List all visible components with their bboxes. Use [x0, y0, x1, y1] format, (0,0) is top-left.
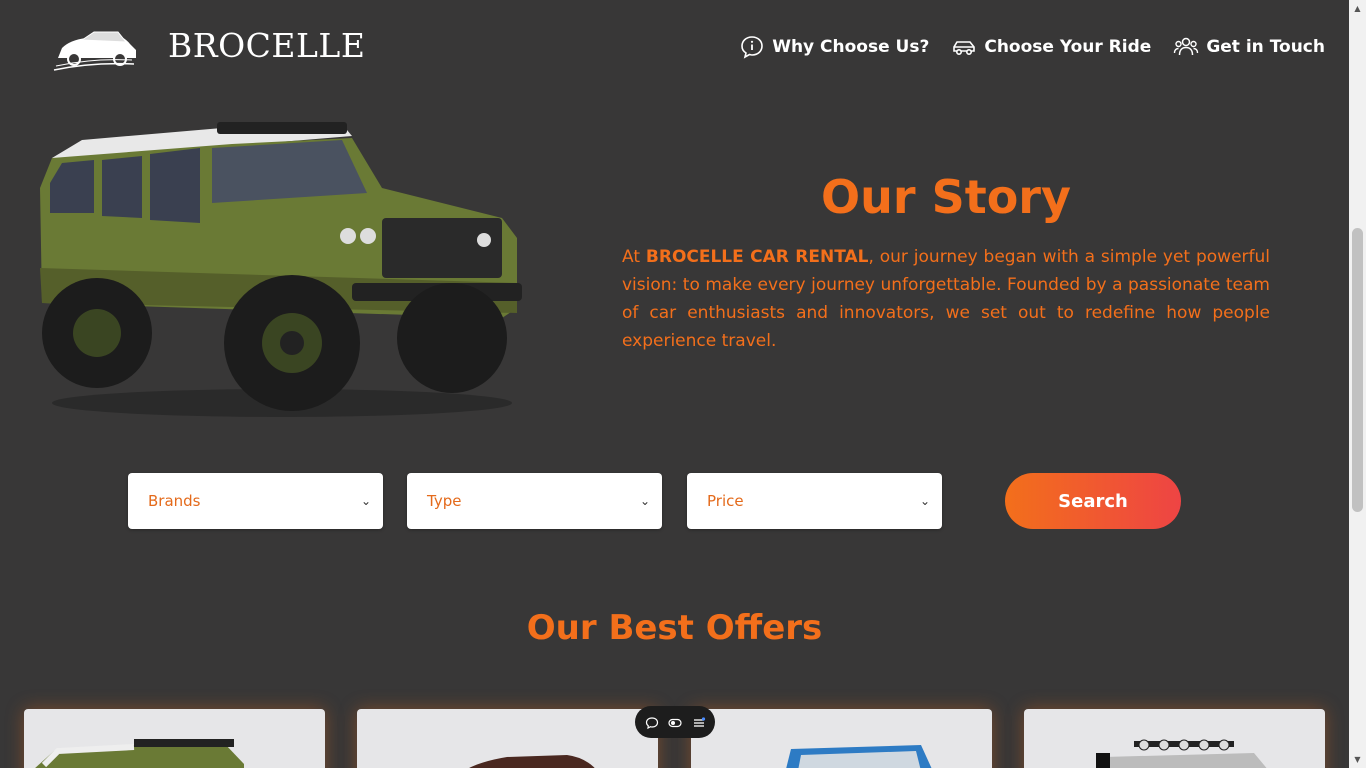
info-chat-icon: [741, 36, 763, 59]
offers-title: Our Best Offers: [526, 608, 823, 648]
nav-choose-your-ride-label: Choose Your Ride: [984, 37, 1152, 57]
type-select[interactable]: Type ⌄: [407, 473, 662, 529]
site-header: BROCELLE Why Choose Us? Choose Your Ride: [0, 0, 1349, 96]
offer-car-image: [1096, 739, 1267, 768]
price-select[interactable]: Price ⌄: [687, 473, 942, 529]
search-button[interactable]: Search: [1005, 473, 1181, 529]
story-text: At BROCELLE CAR RENTAL, our journey bega…: [622, 243, 1270, 355]
nav-get-in-touch[interactable]: Get in Touch: [1173, 34, 1325, 60]
offer-car-image: [469, 755, 595, 768]
brand-name[interactable]: BROCELLE: [168, 26, 365, 65]
main-nav: Why Choose Us? Choose Your Ride Get in T…: [739, 34, 1325, 60]
menu-lines-icon[interactable]: [692, 715, 706, 729]
chevron-down-icon: ⌄: [639, 494, 650, 508]
story-title: Our Story: [821, 170, 1071, 224]
chevron-down-icon: ⌄: [360, 494, 371, 508]
scroll-down-arrow-icon[interactable]: ▼: [1349, 751, 1366, 768]
story-text-prefix: At: [622, 247, 646, 267]
nav-why-choose-us-label: Why Choose Us?: [772, 37, 930, 57]
brands-select-value: Brands: [148, 492, 201, 510]
chevron-down-icon: ⌄: [919, 494, 930, 508]
nav-get-in-touch-label: Get in Touch: [1206, 37, 1325, 57]
hero-suv-image: [40, 122, 522, 417]
offer-card[interactable]: [24, 709, 325, 768]
scroll-thumb[interactable]: [1352, 228, 1363, 512]
nav-choose-your-ride[interactable]: Choose Your Ride: [951, 34, 1151, 60]
scroll-up-arrow-icon[interactable]: ▲: [1349, 0, 1366, 17]
story-company-name: BROCELLE CAR RENTAL: [645, 247, 869, 267]
price-select-value: Price: [707, 492, 744, 510]
floating-toolbar: [635, 706, 715, 738]
brand-logo-icon[interactable]: [52, 26, 140, 72]
brands-select[interactable]: Brands ⌄: [128, 473, 383, 529]
offer-card[interactable]: [357, 709, 658, 768]
car-icon: [953, 41, 976, 56]
offer-car-image: [786, 745, 932, 768]
nav-why-choose-us[interactable]: Why Choose Us?: [739, 34, 929, 60]
offer-card[interactable]: [1024, 709, 1325, 768]
comment-icon[interactable]: [645, 715, 659, 730]
offer-car-image: [35, 739, 244, 768]
toggle-icon[interactable]: [668, 715, 682, 729]
page-scrollbar[interactable]: ▲ ▼: [1349, 0, 1366, 768]
offer-card[interactable]: [691, 709, 992, 768]
type-select-value: Type: [427, 492, 462, 510]
users-icon: [1174, 37, 1199, 56]
